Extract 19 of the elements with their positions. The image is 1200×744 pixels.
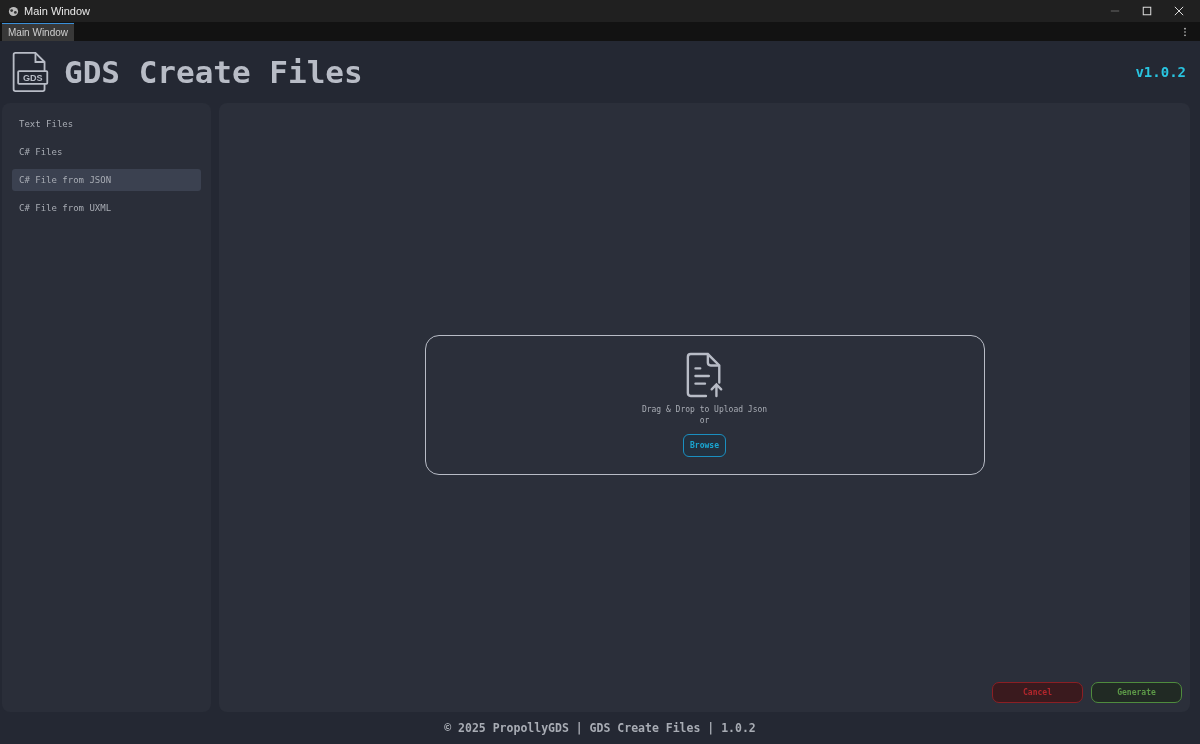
window-title: Main Window — [24, 5, 91, 17]
app-icon — [8, 5, 19, 17]
sidebar-item[interactable]: Text Files — [12, 113, 201, 135]
footer-text: © 2025 PropollyGDS | GDS Create Files | 1.0.2 — [444, 721, 756, 735]
version-label: v1.0.2 — [1135, 64, 1186, 80]
or-label: or — [699, 415, 710, 426]
generate-button[interactable]: Generate — [1091, 682, 1182, 703]
sidebar-item[interactable]: C# Files — [12, 141, 201, 163]
browse-button[interactable]: Browse — [683, 434, 726, 457]
window-tab[interactable]: Main Window — [2, 23, 75, 41]
more-options-icon[interactable] — [1183, 27, 1187, 37]
upload-prompt: Drag & Drop to Upload Json — [641, 404, 768, 415]
sidebar-item[interactable]: C# File from JSON — [12, 169, 201, 191]
close-icon[interactable] — [1174, 6, 1184, 16]
sidebar-item[interactable]: C# File from UXML — [12, 197, 201, 219]
app-title: GDS Create Files — [64, 54, 363, 90]
maximize-icon[interactable] — [1142, 6, 1152, 16]
drop-zone[interactable]: Drag & Drop to Upload Json or Browse — [424, 334, 985, 475]
file-upload-icon — [684, 352, 725, 398]
